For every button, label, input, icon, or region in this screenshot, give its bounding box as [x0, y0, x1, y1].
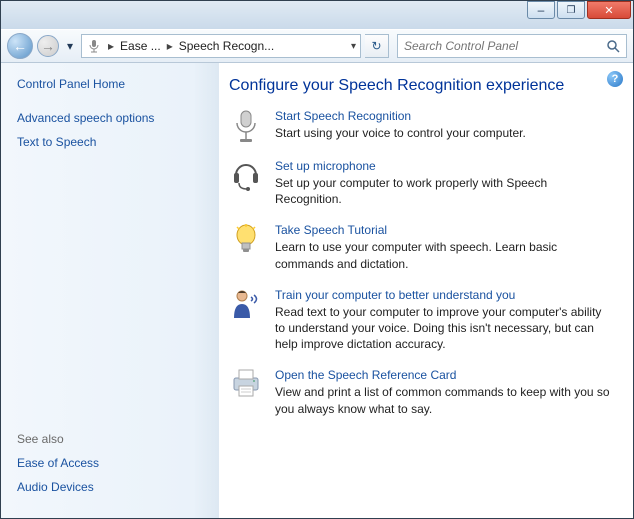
- task-desc: Read text to your computer to improve yo…: [275, 304, 613, 353]
- refresh-button[interactable]: ↻: [365, 34, 389, 58]
- sidebar: Control Panel Home Advanced speech optio…: [1, 63, 219, 518]
- breadcrumb-sep: ▸: [165, 39, 175, 53]
- see-also-label: See also: [17, 432, 203, 446]
- sidebar-link-tts[interactable]: Text to Speech: [17, 135, 203, 149]
- person-speaking-icon: [229, 288, 263, 353]
- breadcrumb-sep: ▸: [106, 39, 116, 53]
- minimize-button[interactable]: –: [527, 1, 555, 19]
- maximize-button[interactable]: ❐: [557, 1, 585, 19]
- search-box[interactable]: [397, 34, 627, 58]
- lightbulb-icon: [229, 223, 263, 271]
- task-link[interactable]: Take Speech Tutorial: [275, 223, 613, 237]
- task-link[interactable]: Set up microphone: [275, 159, 613, 173]
- microphone-icon: [229, 109, 263, 143]
- help-button[interactable]: ?: [607, 71, 623, 87]
- back-button[interactable]: ←: [7, 33, 33, 59]
- task-desc: Learn to use your computer with speech. …: [275, 239, 613, 271]
- address-dropdown[interactable]: ▾: [351, 41, 356, 52]
- sidebar-link-ease[interactable]: Ease of Access: [17, 456, 203, 470]
- titlebar: – ❐ ✕: [1, 1, 633, 29]
- breadcrumb-seg-ease[interactable]: Ease ...: [120, 39, 161, 53]
- printer-icon: [229, 368, 263, 416]
- task-train: Train your computer to better understand…: [229, 288, 613, 353]
- close-button[interactable]: ✕: [587, 1, 631, 19]
- forward-button[interactable]: →: [37, 35, 59, 57]
- task-desc: Start using your voice to control your c…: [275, 125, 526, 141]
- task-link[interactable]: Open the Speech Reference Card: [275, 368, 613, 382]
- task-tutorial: Take Speech Tutorial Learn to use your c…: [229, 223, 613, 271]
- window: – ❐ ✕ ← → ▾ ▸ Ease ... ▸ Speech Recogn..…: [0, 0, 634, 519]
- sidebar-link-home[interactable]: Control Panel Home: [17, 77, 203, 91]
- breadcrumb-seg-speech[interactable]: Speech Recogn...: [179, 39, 274, 53]
- page-title: Configure your Speech Recognition experi…: [229, 77, 613, 95]
- address-bar[interactable]: ▸ Ease ... ▸ Speech Recogn... ▾: [81, 34, 361, 58]
- sidebar-link-advanced[interactable]: Advanced speech options: [17, 111, 203, 125]
- sidebar-link-audio[interactable]: Audio Devices: [17, 480, 203, 494]
- search-input[interactable]: [404, 39, 606, 53]
- task-link[interactable]: Start Speech Recognition: [275, 109, 526, 123]
- task-desc: Set up your computer to work properly wi…: [275, 175, 613, 207]
- task-link[interactable]: Train your computer to better understand…: [275, 288, 613, 302]
- task-setup-mic: Set up microphone Set up your computer t…: [229, 159, 613, 207]
- search-icon[interactable]: [606, 39, 620, 53]
- headset-icon: [229, 159, 263, 207]
- task-reference-card: Open the Speech Reference Card View and …: [229, 368, 613, 416]
- main-panel: ? Configure your Speech Recognition expe…: [219, 63, 633, 518]
- task-start-speech: Start Speech Recognition Start using you…: [229, 109, 613, 143]
- nav-history-dropdown[interactable]: ▾: [63, 39, 77, 53]
- toolbar: ← → ▾ ▸ Ease ... ▸ Speech Recogn... ▾ ↻: [1, 29, 633, 63]
- microphone-icon: [86, 38, 102, 54]
- content: Control Panel Home Advanced speech optio…: [1, 63, 633, 518]
- task-desc: View and print a list of common commands…: [275, 384, 613, 416]
